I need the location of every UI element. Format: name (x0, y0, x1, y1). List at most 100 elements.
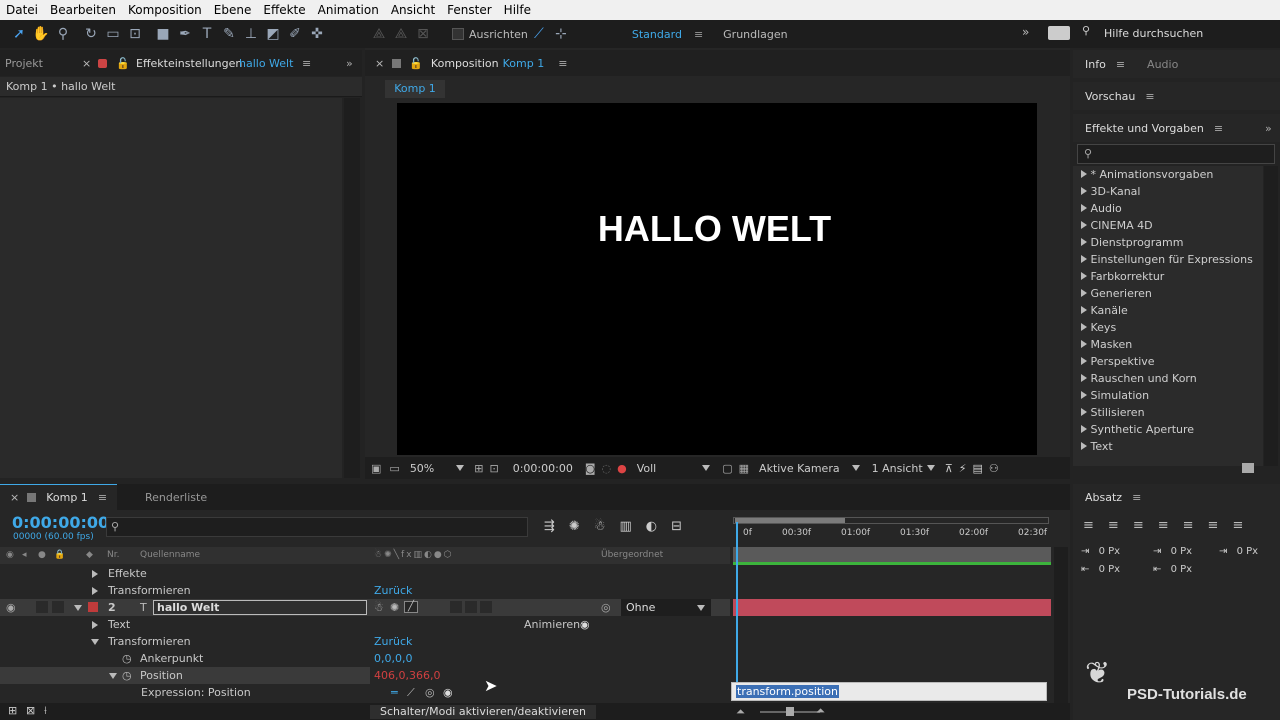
layer-duration-bar[interactable] (733, 599, 1051, 616)
sub-tab-komp1[interactable]: Komp 1 (385, 80, 445, 98)
space-before-value[interactable]: 0 Px (1171, 546, 1193, 557)
tab-absatz[interactable]: Absatz (1085, 491, 1122, 504)
expression-language-icon[interactable]: ◉ (443, 684, 453, 701)
info-menu-icon[interactable]: ≡ (1116, 58, 1125, 71)
col-source[interactable]: Quellenname (140, 547, 200, 564)
close-icon[interactable]: × (82, 57, 91, 70)
effects-item[interactable]: Dienstprogramm (1073, 234, 1263, 251)
lock-icon[interactable] (98, 58, 107, 68)
pen-tool-icon[interactable]: ✒ (174, 23, 196, 45)
comp-flowchart-icon[interactable]: ⇶ (544, 519, 555, 534)
animate-menu-icon[interactable]: ◉ (580, 616, 590, 633)
timeline-icon[interactable]: ▤ (973, 462, 983, 475)
always-preview-icon[interactable]: ▣ (371, 462, 381, 475)
effects-item[interactable]: 3D-Kanal (1073, 183, 1263, 200)
pickwhip-icon[interactable]: ◎ (601, 599, 611, 616)
effects-search-input[interactable]: ⚲ (1077, 144, 1275, 164)
snapshot-icon[interactable]: ◙ (585, 462, 596, 475)
tab-vorschau[interactable]: Vorschau (1085, 90, 1135, 103)
local-axis-icon[interactable]: ⟁ (368, 23, 390, 45)
snap-options-icon[interactable]: ⊹ (550, 23, 572, 45)
graph-editor-icon[interactable]: ⊟ (671, 519, 682, 534)
roto-brush-tool-icon[interactable]: ✐ (284, 23, 306, 45)
menu-hilfe[interactable]: Hilfe (498, 3, 537, 17)
layer-name-field[interactable]: hallo Welt (153, 600, 367, 615)
effects-item[interactable]: Masken (1073, 336, 1263, 353)
timeline-timecode[interactable]: 0:00:00:00 (12, 513, 109, 532)
workspace-standard[interactable]: Standard (632, 28, 682, 41)
resolution-dropdown-icon[interactable] (702, 465, 711, 471)
time-navigator[interactable] (733, 517, 1049, 524)
menu-datei[interactable]: Datei (0, 3, 44, 17)
timeline-close-icon[interactable]: × (10, 491, 19, 504)
quality-switch-icon[interactable]: ╱ (404, 601, 418, 613)
effects-item[interactable]: Audio (1073, 200, 1263, 217)
transparency-grid-icon[interactable]: ▦ (739, 462, 749, 475)
reset-link[interactable]: Zurück (374, 582, 412, 599)
time-ruler[interactable]: 0f 00:30f 01:00f 01:30f 02:00f 02:30f (733, 514, 1051, 539)
tab-renderliste[interactable]: Renderliste (145, 491, 207, 504)
layer-collapse-icon[interactable] (74, 605, 82, 611)
pan-behind-tool-icon[interactable]: ⊡ (124, 23, 146, 45)
camera-dropdown-icon[interactable] (851, 465, 860, 471)
tab-projekt[interactable]: Projekt (5, 57, 43, 70)
view-axis-icon[interactable]: ⊠ (412, 23, 434, 45)
zoom-slider-handle[interactable] (786, 707, 794, 716)
show-snapshot-icon[interactable]: ◌ (602, 462, 612, 475)
effects-item[interactable]: Simulation (1073, 387, 1263, 404)
zoom-dropdown-icon[interactable] (456, 465, 465, 471)
space-after-value[interactable]: 0 Px (1171, 564, 1193, 575)
rectangle-tool-icon[interactable]: ■ (152, 23, 174, 45)
effects-item[interactable]: Generieren (1073, 285, 1263, 302)
effects-item[interactable]: CINEMA 4D (1073, 217, 1263, 234)
effects-item[interactable]: Keys (1073, 319, 1263, 336)
stopwatch-icon[interactable]: ◷ (122, 650, 132, 667)
tab-audio[interactable]: Audio (1147, 58, 1178, 71)
menu-bearbeiten[interactable]: Bearbeiten (44, 3, 122, 17)
lock-toggle[interactable] (52, 601, 64, 613)
visibility-icon[interactable]: ◉ (6, 599, 16, 616)
align-center-icon[interactable]: ≡ (1108, 518, 1119, 533)
justify-last-left-icon[interactable]: ≡ (1158, 518, 1169, 533)
effects-item[interactable]: Farbkorrektur (1073, 268, 1263, 285)
effects-item[interactable]: Synthetic Aperture (1073, 421, 1263, 438)
timeline-scrollbar[interactable] (1054, 547, 1068, 707)
effects-item[interactable]: Kanäle (1073, 302, 1263, 319)
effects-overflow-icon[interactable]: » (1265, 122, 1272, 135)
layer-switches-icon[interactable]: ⊞ (8, 704, 17, 717)
switch-box[interactable] (465, 601, 477, 613)
fast-preview-icon[interactable]: ⚡ (959, 462, 967, 475)
playhead[interactable] (736, 522, 738, 692)
switch-box[interactable] (480, 601, 492, 613)
zoom-in-icon[interactable]: ⏶ (816, 704, 825, 718)
expand-icon[interactable] (92, 621, 98, 629)
hand-tool-icon[interactable]: ✋ (30, 23, 52, 45)
comp-lock-icon[interactable]: 🔓 (409, 57, 423, 70)
expression-editor[interactable]: transform.position (731, 682, 1047, 701)
zoom-tool-icon[interactable]: ⚲ (52, 23, 74, 45)
fit-icon[interactable]: ⊞ (474, 462, 483, 475)
safe-zones-icon[interactable]: ⊡ (489, 462, 498, 475)
monitor-icon[interactable]: ▭ (389, 462, 399, 475)
tab-effekte-vorgaben[interactable]: Effekte und Vorgaben (1085, 122, 1204, 135)
panel-overflow-icon[interactable]: » (346, 57, 353, 70)
comp-canvas[interactable]: HALLO WELT (397, 103, 1037, 455)
reset-link[interactable]: Zurück (374, 633, 412, 650)
solo-toggle[interactable] (36, 601, 48, 613)
timeline-search-input[interactable]: ⚲ (106, 517, 528, 537)
workspace-grundlagen[interactable]: Grundlagen (723, 28, 788, 41)
menu-ansicht[interactable]: Ansicht (385, 3, 441, 17)
tab-effekteinstellungen[interactable]: Effekteinstellungen (136, 57, 242, 70)
menu-fenster[interactable]: Fenster (441, 3, 498, 17)
anchor-value[interactable]: 0,0,0,0 (374, 650, 412, 667)
text-tool-icon[interactable]: T (196, 23, 218, 45)
new-preset-icon[interactable] (1242, 463, 1254, 473)
paragraph-menu-icon[interactable]: ≡ (1132, 491, 1141, 504)
brush-tool-icon[interactable]: ✎ (218, 23, 240, 45)
menu-animation[interactable]: Animation (312, 3, 385, 17)
tab-info[interactable]: Info (1085, 58, 1106, 71)
puppet-pin-tool-icon[interactable]: ✜ (306, 23, 328, 45)
effects-scrollbar[interactable] (1264, 166, 1278, 466)
help-search-input[interactable]: Hilfe durchsuchen (1104, 27, 1203, 40)
indent-left-value[interactable]: 0 Px (1099, 546, 1121, 557)
